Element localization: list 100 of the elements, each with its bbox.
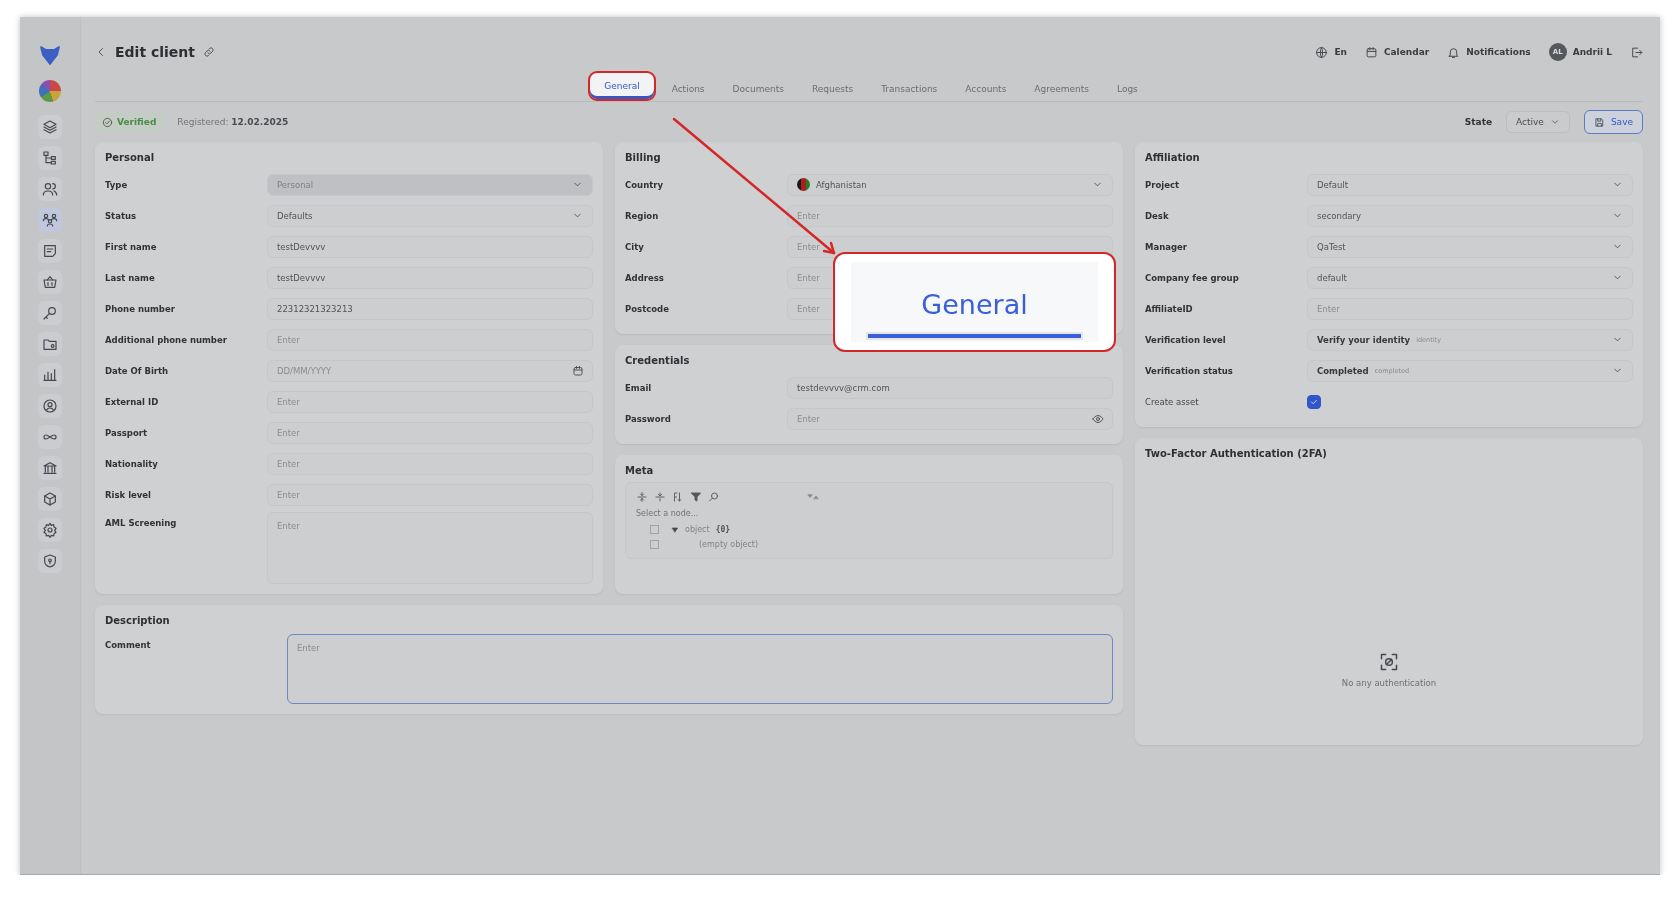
tab[interactable]: Logs xyxy=(1105,79,1150,101)
expand-toggle[interactable] xyxy=(671,525,679,534)
select-field[interactable]: Default xyxy=(1307,173,1633,196)
field-label: Address xyxy=(625,272,665,283)
key-icon xyxy=(42,305,58,321)
callout-tab-label: General xyxy=(921,289,1028,320)
filter-icon[interactable] xyxy=(690,491,702,503)
shield-icon xyxy=(42,553,58,569)
tab[interactable]: General xyxy=(588,71,656,101)
key-button[interactable] xyxy=(38,301,62,325)
chat-document-icon xyxy=(42,243,58,259)
section-title: Credentials xyxy=(625,355,691,366)
input-field[interactable]: testDevvvv xyxy=(267,235,593,258)
input-field[interactable]: Enter xyxy=(267,390,593,413)
shield-button[interactable] xyxy=(38,549,62,573)
checkbox[interactable] xyxy=(1307,394,1321,409)
select-field[interactable]: secondary xyxy=(1307,204,1633,227)
tab[interactable]: Accounts xyxy=(953,79,1019,101)
triangle-icon xyxy=(671,525,679,534)
row-checkbox[interactable] xyxy=(650,540,659,549)
row-checkbox[interactable] xyxy=(650,525,659,534)
field-label: Project xyxy=(1145,179,1181,190)
bank-button[interactable] xyxy=(38,456,62,480)
section-title: Affiliation xyxy=(1145,152,1201,163)
input-field[interactable]: Enter xyxy=(787,204,1113,227)
field-label: Passport xyxy=(105,427,149,438)
notifications-button[interactable]: Notifications xyxy=(1447,45,1531,59)
field-label: Additional phone number xyxy=(105,334,228,345)
input-field[interactable]: Enter xyxy=(1307,297,1633,320)
field-label: Last name xyxy=(105,272,156,283)
field-label: Desk xyxy=(1145,210,1170,221)
user-group-button[interactable] xyxy=(38,208,62,232)
section-title: Two-Factor Authentication (2FA) xyxy=(1145,448,1328,459)
field-label: Password xyxy=(625,413,672,424)
tab[interactable]: Requests xyxy=(799,79,866,101)
tab[interactable]: Transactions xyxy=(869,79,950,101)
layers-button[interactable] xyxy=(38,115,62,139)
logout-icon[interactable] xyxy=(1630,45,1643,59)
folder-button[interactable] xyxy=(38,332,62,356)
field-label: Postcode xyxy=(625,303,670,314)
section-title: Personal xyxy=(105,152,156,163)
infinity-button[interactable] xyxy=(38,425,62,449)
bar-chart-button[interactable] xyxy=(38,363,62,387)
field-label: Manager xyxy=(1145,241,1189,252)
password-field[interactable]: Enter xyxy=(787,407,1113,430)
cube-icon xyxy=(42,491,58,507)
select-field[interactable]: default xyxy=(1307,266,1633,289)
tab[interactable]: Actions xyxy=(659,79,717,101)
field-label: Comment xyxy=(105,639,152,650)
tree-node-label: (empty object) xyxy=(699,540,759,549)
input-field[interactable]: 22312321323213 xyxy=(267,297,593,320)
text-area[interactable]: Enter xyxy=(267,512,593,584)
field-label: Status xyxy=(105,210,138,221)
state-dropdown[interactable]: Active xyxy=(1506,111,1570,133)
state-label: State xyxy=(1464,117,1493,127)
link-icon[interactable] xyxy=(203,46,215,58)
cube-button[interactable] xyxy=(38,487,62,511)
layers-icon xyxy=(42,119,58,135)
chat-document-button[interactable] xyxy=(38,239,62,263)
select-field[interactable]: Afghanistan xyxy=(787,173,1113,196)
gear-button[interactable] xyxy=(38,518,62,542)
hierarchy-button[interactable] xyxy=(38,146,62,170)
input-field[interactable]: testDevvvv xyxy=(267,266,593,289)
input-field[interactable]: Enter xyxy=(267,452,593,475)
field-label: Date Of Birth xyxy=(105,365,170,376)
input-field[interactable]: Enter xyxy=(267,483,593,506)
color-wheel-icon[interactable] xyxy=(39,80,61,102)
expand-all-icon[interactable] xyxy=(636,491,648,503)
gear-icon xyxy=(42,522,58,538)
input-field[interactable]: Enter xyxy=(267,328,593,351)
verified-badge: Verified xyxy=(95,112,164,132)
field-label: Verification status xyxy=(1145,365,1234,376)
tab[interactable]: Documents xyxy=(720,79,796,101)
select-field[interactable]: Defaults xyxy=(267,204,593,227)
search-icon[interactable] xyxy=(708,491,720,503)
language-button[interactable]: En xyxy=(1315,45,1347,59)
users-button[interactable] xyxy=(38,177,62,201)
select-field[interactable]: QaTest xyxy=(1307,235,1633,258)
field-label: Company fee group xyxy=(1145,272,1240,283)
tree-node-count: {0} xyxy=(715,525,731,534)
sort-icon[interactable] xyxy=(672,491,684,503)
input-field[interactable]: Enter xyxy=(267,421,593,444)
date-field[interactable]: DD/MM/YYYY xyxy=(267,359,593,382)
save-button[interactable]: Save xyxy=(1583,110,1643,134)
section-title: Meta xyxy=(625,465,655,476)
eye-icon[interactable] xyxy=(1092,412,1104,425)
basket-button[interactable] xyxy=(38,270,62,294)
scan-icon xyxy=(1379,652,1399,672)
calendar-button[interactable]: Calendar xyxy=(1364,45,1430,59)
text-area[interactable]: Enter xyxy=(287,634,1113,704)
tab[interactable]: Agreements xyxy=(1022,79,1102,101)
field-label: Verification level xyxy=(1145,334,1227,345)
bar-chart-icon xyxy=(42,367,58,383)
user-circle-button[interactable] xyxy=(38,394,62,418)
collapse-all-icon[interactable] xyxy=(654,491,666,503)
tree-node-label: object xyxy=(685,525,710,534)
chevron-down-icon xyxy=(1549,117,1560,127)
section-title: Description xyxy=(105,615,171,626)
input-field[interactable]: testdevvvv@crm.com xyxy=(787,376,1113,399)
calendar-icon[interactable] xyxy=(572,364,584,377)
